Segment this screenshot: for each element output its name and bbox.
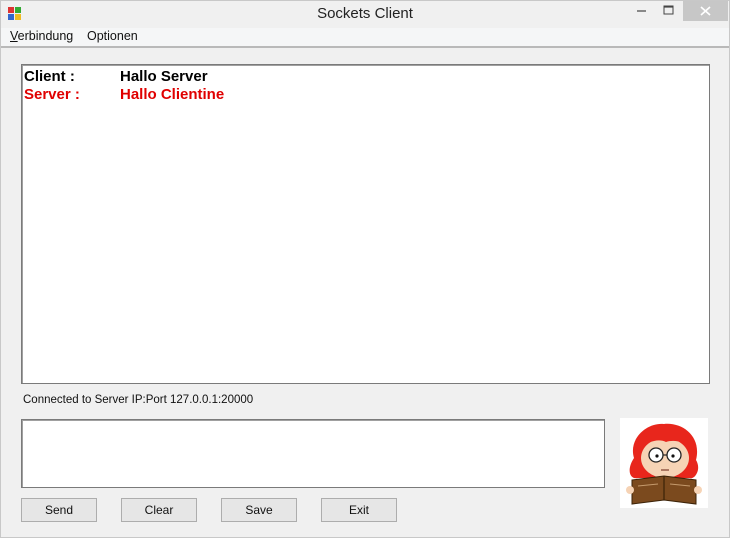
- send-button[interactable]: Send: [21, 498, 97, 522]
- menu-bar: Verbindung Optionen: [1, 28, 729, 48]
- chat-sender: Client :: [24, 68, 75, 85]
- menu-optionen[interactable]: Optionen: [87, 29, 138, 43]
- sockets-client-window: Sockets Client Verbindung Optionen Clien…: [0, 0, 730, 538]
- save-button[interactable]: Save: [221, 498, 297, 522]
- maximize-button[interactable]: [655, 1, 682, 21]
- title-bar[interactable]: Sockets Client: [1, 1, 729, 28]
- maximize-icon: [663, 5, 674, 15]
- chat-message: Hallo Clientine: [120, 86, 225, 103]
- chat-message: Hallo Server: [120, 68, 208, 85]
- clear-button[interactable]: Clear: [121, 498, 197, 522]
- chat-sender: Server :: [24, 86, 80, 103]
- close-icon: [700, 6, 711, 16]
- window-title: Sockets Client: [317, 5, 413, 22]
- chat-log[interactable]: Client : Hallo Server Server : Hallo Cli…: [21, 64, 710, 384]
- message-input[interactable]: [21, 419, 605, 488]
- connection-status: Connected to Server IP:Port 127.0.0.1:20…: [23, 394, 254, 406]
- reading-girl-avatar: [620, 418, 708, 508]
- exit-button[interactable]: Exit: [321, 498, 397, 522]
- close-button[interactable]: [683, 1, 728, 21]
- menu-verbindung[interactable]: Verbindung: [10, 29, 73, 43]
- minimize-icon: [637, 10, 646, 12]
- minimize-button[interactable]: [628, 1, 655, 21]
